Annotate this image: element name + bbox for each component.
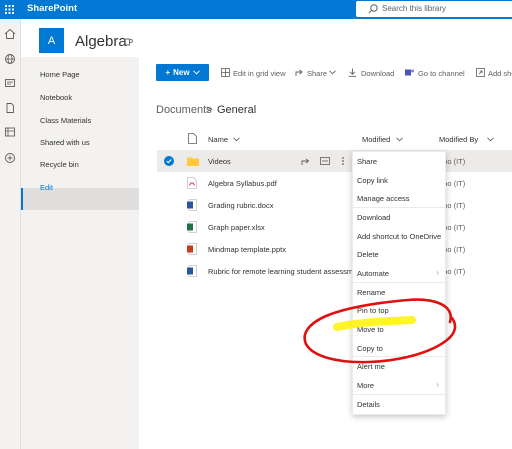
teams-channel-icon	[405, 69, 414, 76]
menu-divider	[353, 282, 445, 283]
chevron-right-icon: ›	[436, 268, 439, 277]
download-icon	[348, 68, 357, 77]
site-logo[interactable]: A	[39, 28, 64, 53]
nav-item-class-materials[interactable]: Class Materials	[40, 116, 91, 125]
app-launcher-button[interactable]	[0, 0, 19, 19]
table-row[interactable]: Grading rubric.docx uno (IT)	[157, 194, 512, 216]
menu-item-manage-access[interactable]: Manage access	[357, 194, 410, 203]
new-button[interactable]: + New	[156, 64, 209, 81]
nav-item-home-page[interactable]: Home Page	[40, 70, 80, 79]
powerpoint-file-icon	[187, 243, 197, 255]
go-to-channel-button[interactable]: Go to channel	[418, 69, 465, 78]
breadcrumb-general: General	[217, 104, 257, 116]
menu-item-rename[interactable]: Rename	[357, 288, 385, 297]
file-type-header-icon[interactable]	[188, 133, 197, 144]
lists-icon[interactable]	[4, 126, 16, 138]
modified-by-sort-chevron-icon[interactable]	[487, 137, 494, 142]
new-button-label: New	[173, 68, 190, 77]
table-row[interactable]: Mindmap template.pptx uno (IT)	[157, 238, 512, 260]
edit-in-grid-view-button[interactable]: Edit in grid view	[233, 69, 286, 78]
file-name[interactable]: Graph paper.xlsx	[208, 223, 265, 232]
grid-view-icon	[221, 68, 230, 77]
nav-active-indicator	[21, 188, 23, 210]
share-button[interactable]: Share	[307, 69, 327, 78]
word-file-icon	[187, 265, 197, 277]
search-placeholder: Search this library	[382, 4, 447, 13]
menu-divider	[353, 394, 445, 395]
table-row[interactable]: Graph paper.xlsx uno (IT)	[157, 216, 512, 238]
download-button[interactable]: Download	[361, 69, 394, 78]
modified-sort-chevron-icon[interactable]	[396, 137, 403, 142]
column-header-name[interactable]: Name	[208, 135, 228, 144]
chevron-down-icon	[192, 70, 200, 75]
site-title[interactable]: Algebra	[75, 33, 127, 50]
menu-item-copy-link[interactable]: Copy link	[357, 176, 388, 185]
file-name[interactable]: Algebra Syllabus.pdf	[208, 179, 277, 188]
document-icon[interactable]	[4, 102, 16, 114]
table-row[interactable]: Rubric for remote learning student asses…	[157, 260, 512, 282]
breadcrumb-separator: >	[206, 104, 213, 116]
menu-item-alert-me[interactable]: Alert me	[357, 362, 385, 371]
menu-item-add-shortcut[interactable]: Add shortcut to OneDrive	[357, 232, 441, 241]
word-file-icon	[187, 199, 197, 211]
table-row[interactable]: Videos uno (IT)	[157, 150, 512, 172]
menu-item-delete[interactable]: Delete	[357, 250, 379, 259]
app-rail	[0, 19, 21, 449]
create-icon[interactable]	[4, 152, 16, 164]
add-shortcut-button[interactable]: Add sho	[488, 69, 512, 78]
column-header-modified[interactable]: Modified	[362, 135, 390, 144]
app-name[interactable]: SharePoint	[27, 3, 77, 14]
menu-item-download[interactable]: Download	[357, 213, 390, 222]
selected-check-icon[interactable]	[164, 156, 174, 166]
name-sort-chevron-icon[interactable]	[233, 137, 240, 142]
table-row[interactable]: Algebra Syllabus.pdf uno (IT)	[157, 172, 512, 194]
search-box[interactable]: Search this library	[356, 1, 512, 17]
row-activity-icon[interactable]	[320, 156, 330, 166]
share-icon	[295, 69, 303, 76]
home-icon[interactable]	[4, 28, 16, 40]
share-chevron-icon[interactable]	[329, 70, 336, 75]
teams-icon	[124, 38, 133, 46]
menu-divider	[353, 356, 445, 357]
column-header-modified-by[interactable]: Modified By	[439, 135, 478, 144]
nav-item-notebook[interactable]: Notebook	[40, 93, 72, 102]
file-name[interactable]: Rubric for remote learning student asses…	[208, 267, 359, 276]
menu-item-more[interactable]: More	[357, 381, 374, 390]
pdf-file-icon	[187, 177, 197, 189]
left-navigation: Home Page Notebook Class Materials Share…	[21, 57, 139, 449]
menu-divider	[353, 207, 445, 208]
file-name[interactable]: Videos	[208, 157, 231, 166]
menu-item-copy-to[interactable]: Copy to	[357, 344, 383, 353]
row-share-icon[interactable]	[301, 156, 311, 166]
file-name[interactable]: Grading rubric.docx	[208, 201, 273, 210]
nav-active-highlight	[21, 188, 139, 210]
chevron-right-icon: ›	[436, 380, 439, 389]
waffle-icon	[5, 5, 14, 14]
folder-icon	[187, 157, 199, 166]
breadcrumb-documents[interactable]: Documents	[156, 104, 212, 116]
search-icon	[368, 4, 378, 14]
news-icon[interactable]	[4, 77, 16, 89]
nav-item-shared-with-us[interactable]: Shared with us	[40, 138, 90, 147]
nav-item-recycle-bin[interactable]: Recycle bin	[40, 160, 79, 169]
more-actions-icon[interactable]	[341, 156, 345, 166]
menu-item-pin-to-top[interactable]: Pin to top	[357, 306, 389, 315]
add-shortcut-icon	[476, 68, 485, 77]
nav-edit-link[interactable]: Edit	[40, 183, 53, 192]
menu-item-automate[interactable]: Automate	[357, 269, 389, 278]
plus-icon: +	[165, 68, 171, 77]
menu-item-move-to[interactable]: Move to	[357, 325, 384, 334]
menu-item-details[interactable]: Details	[357, 400, 380, 409]
excel-file-icon	[187, 221, 197, 233]
menu-item-share[interactable]: Share	[357, 157, 377, 166]
context-menu: Share Copy link Manage access Download A…	[352, 151, 446, 415]
globe-icon[interactable]	[4, 53, 16, 65]
file-name[interactable]: Mindmap template.pptx	[208, 245, 286, 254]
